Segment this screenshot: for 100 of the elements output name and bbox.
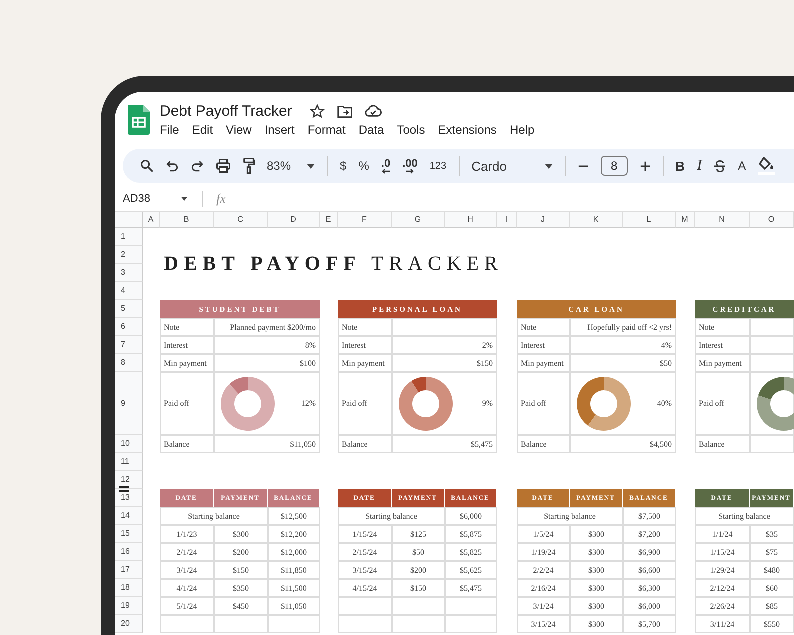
star-icon[interactable] <box>310 104 326 119</box>
column-header[interactable]: O <box>750 212 794 228</box>
table-cell: 1/5/24 <box>517 525 570 543</box>
row-header[interactable]: 17 <box>115 561 143 579</box>
column-header[interactable]: N <box>695 212 750 228</box>
column-header[interactable]: J <box>517 212 570 228</box>
field-value: Planned payment $200/mo <box>214 318 320 336</box>
column-header[interactable]: M <box>676 212 695 228</box>
field-value: $4,500 <box>570 435 676 453</box>
redo-icon[interactable] <box>191 160 204 172</box>
row-header[interactable]: 16 <box>115 543 143 561</box>
row-header[interactable]: 1 <box>115 228 143 246</box>
caret-icon <box>544 164 553 168</box>
cloud-icon[interactable] <box>365 105 382 118</box>
table-cell: $6,900 <box>623 543 676 561</box>
table-cell: $60 <box>750 579 794 597</box>
field-value: 2% <box>392 336 497 354</box>
column-header[interactable]: H <box>445 212 497 228</box>
menu-item[interactable]: Edit <box>192 123 214 137</box>
empty-cell <box>750 336 794 354</box>
menu-item[interactable]: Data <box>358 123 384 137</box>
table-cell: 1/15/24 <box>338 525 392 543</box>
column-header[interactable]: G <box>392 212 445 228</box>
increase-decimal-button[interactable]: .00 <box>402 158 418 174</box>
menu-item[interactable]: Format <box>308 123 346 137</box>
row-header[interactable]: 3 <box>115 264 143 282</box>
document-title[interactable]: Debt Payoff Tracker <box>160 103 292 120</box>
italic-button[interactable]: I <box>697 158 702 174</box>
percent-button[interactable]: % <box>358 159 370 173</box>
currency-button[interactable]: $ <box>340 159 347 173</box>
cell-name-box[interactable]: AD38 <box>123 193 188 205</box>
row-header[interactable]: 6 <box>115 318 143 336</box>
row-header[interactable]: 20 <box>115 615 143 633</box>
menu-item[interactable]: Insert <box>264 123 295 137</box>
paint-roller-icon[interactable] <box>243 158 255 174</box>
caret-icon <box>307 164 316 168</box>
row-header[interactable]: 2 <box>115 246 143 264</box>
column-header[interactable]: D <box>268 212 320 228</box>
row-header[interactable]: 8 <box>115 354 143 372</box>
column-header[interactable]: B <box>160 212 214 228</box>
font-dropdown[interactable]: Cardo <box>472 158 553 174</box>
table-cell: 3/11/24 <box>695 615 750 633</box>
empty-cell <box>392 615 445 633</box>
row-header[interactable]: 19 <box>115 597 143 615</box>
row-header[interactable]: 5 <box>115 300 143 318</box>
field-label: Balance <box>695 435 750 453</box>
table-cell: $300 <box>570 579 623 597</box>
row-header[interactable]: 4 <box>115 282 143 300</box>
strikethrough-icon[interactable] <box>714 160 726 172</box>
column-header[interactable]: L <box>623 212 676 228</box>
row-header[interactable]: 13 <box>115 489 143 507</box>
table-cell: $75 <box>750 543 794 561</box>
column-header[interactable]: C <box>214 212 268 228</box>
row-header[interactable]: 7 <box>115 336 143 354</box>
zoom-dropdown[interactable]: 83% <box>267 159 316 173</box>
row-header[interactable]: 15 <box>115 525 143 543</box>
print-icon[interactable] <box>216 159 231 173</box>
table-cell: $5,700 <box>623 615 676 633</box>
column-header[interactable]: A <box>143 212 160 228</box>
bold-button[interactable]: B <box>676 158 686 174</box>
decrease-decimal-button[interactable]: .0 <box>381 158 391 174</box>
undo-icon[interactable] <box>166 160 179 172</box>
column-header[interactable]: I <box>497 212 517 228</box>
number-format-button[interactable]: 123 <box>430 160 447 172</box>
row-header[interactable]: 10 <box>115 435 143 453</box>
menu-item[interactable]: Help <box>510 123 535 137</box>
row-header[interactable]: 11 <box>115 453 143 471</box>
row-header[interactable]: 9 <box>115 372 143 435</box>
field-label: Min payment <box>695 354 750 372</box>
field-value: $50 <box>570 354 676 372</box>
table-cell: 3/15/24 <box>338 561 392 579</box>
field-value: 4% <box>570 336 676 354</box>
table-cell: $450 <box>214 597 268 615</box>
search-icon[interactable] <box>140 159 154 173</box>
text-color-button[interactable]: A <box>738 159 746 173</box>
field-label: Note <box>695 318 750 336</box>
row-header[interactable]: 14 <box>115 507 143 525</box>
menu-item[interactable]: File <box>160 123 180 137</box>
field-label: Min payment <box>160 354 214 372</box>
menu-item[interactable]: Tools <box>397 123 426 137</box>
column-header[interactable]: K <box>570 212 623 228</box>
freeze-handle-icon[interactable] <box>119 486 129 492</box>
table-cell: $5,475 <box>445 579 497 597</box>
font-size-field[interactable]: 8 <box>600 156 628 176</box>
field-label: Note <box>160 318 214 336</box>
column-header[interactable]: F <box>338 212 392 228</box>
table-cell: $11,500 <box>268 579 320 597</box>
row-header[interactable]: 12 <box>115 471 143 489</box>
row-header[interactable]: 18 <box>115 579 143 597</box>
table-cell: $150 <box>392 579 445 597</box>
paint-bucket-icon[interactable] <box>758 157 776 175</box>
empty-cell <box>338 615 392 633</box>
table-cell: $6,600 <box>623 561 676 579</box>
menu-item[interactable]: Extensions <box>438 123 497 137</box>
plus-icon[interactable] <box>640 160 651 172</box>
menu-item[interactable]: View <box>226 123 252 137</box>
column-header[interactable]: E <box>320 212 338 228</box>
table-cell: 2/1/24 <box>160 543 214 561</box>
table-cell: 2/16/24 <box>517 579 570 597</box>
folder-icon[interactable] <box>337 104 354 118</box>
